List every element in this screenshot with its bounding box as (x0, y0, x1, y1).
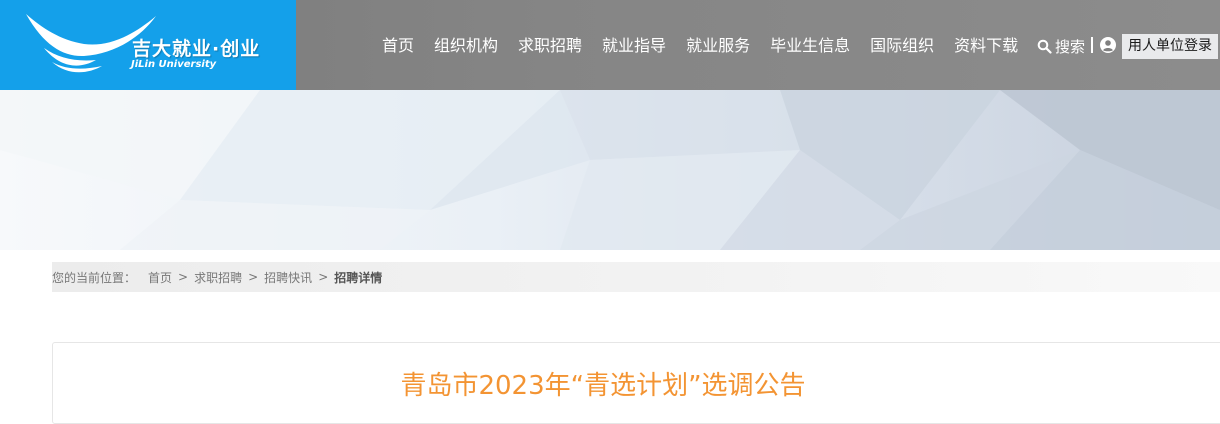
breadcrumb-current: 招聘详情 (334, 270, 383, 285)
employer-login-button[interactable]: 用人单位登录 (1122, 34, 1218, 59)
banner (0, 90, 1220, 250)
breadcrumb-item-recruitment[interactable]: 求职招聘 (194, 269, 242, 286)
logo-title-en: JiLin University (131, 59, 217, 70)
logo-title-cn: 吉大就业·创业 (132, 38, 261, 60)
main-nav: 首页 组织机构 求职招聘 就业指导 就业服务 毕业生信息 国际组织 资料下载 (372, 34, 1028, 58)
nav-item-graduate-info[interactable]: 毕业生信息 (760, 34, 860, 58)
breadcrumb: 您的当前位置： 首页 > 求职招聘 > 招聘快讯 > 招聘详情 (52, 262, 1220, 292)
search-button[interactable]: 搜索 (1037, 35, 1085, 57)
nav-item-downloads[interactable]: 资料下载 (944, 34, 1028, 58)
site-logo[interactable]: 吉大就业·创业 JiLin University (0, 0, 296, 90)
user-icon[interactable] (1100, 37, 1116, 53)
banner-background (0, 90, 1220, 250)
breadcrumb-separator: > (248, 270, 259, 284)
breadcrumb-separator: > (318, 270, 329, 284)
breadcrumb-item-news[interactable]: 招聘快讯 (264, 269, 312, 286)
nav-item-recruitment[interactable]: 求职招聘 (508, 34, 592, 58)
article-title: 青岛市2023年“青选计划”选调公告 (400, 371, 806, 401)
header-divider (1091, 37, 1093, 53)
nav-item-home[interactable]: 首页 (372, 34, 424, 58)
article-card: 青岛市2023年“青选计划”选调公告 (52, 342, 1220, 424)
nav-item-organization[interactable]: 组织机构 (424, 34, 508, 58)
site-header: 吉大就业·创业 JiLin University 首页 组织机构 求职招聘 就业… (0, 0, 1220, 90)
breadcrumb-prefix: 您的当前位置： (52, 270, 137, 285)
breadcrumb-separator: > (178, 270, 189, 284)
nav-item-guidance[interactable]: 就业指导 (592, 34, 676, 58)
breadcrumb-item-home[interactable]: 首页 (148, 269, 172, 286)
search-label: 搜索 (1055, 37, 1086, 56)
nav-item-international[interactable]: 国际组织 (860, 34, 944, 58)
nav-item-services[interactable]: 就业服务 (676, 34, 760, 58)
search-icon (1037, 39, 1052, 54)
